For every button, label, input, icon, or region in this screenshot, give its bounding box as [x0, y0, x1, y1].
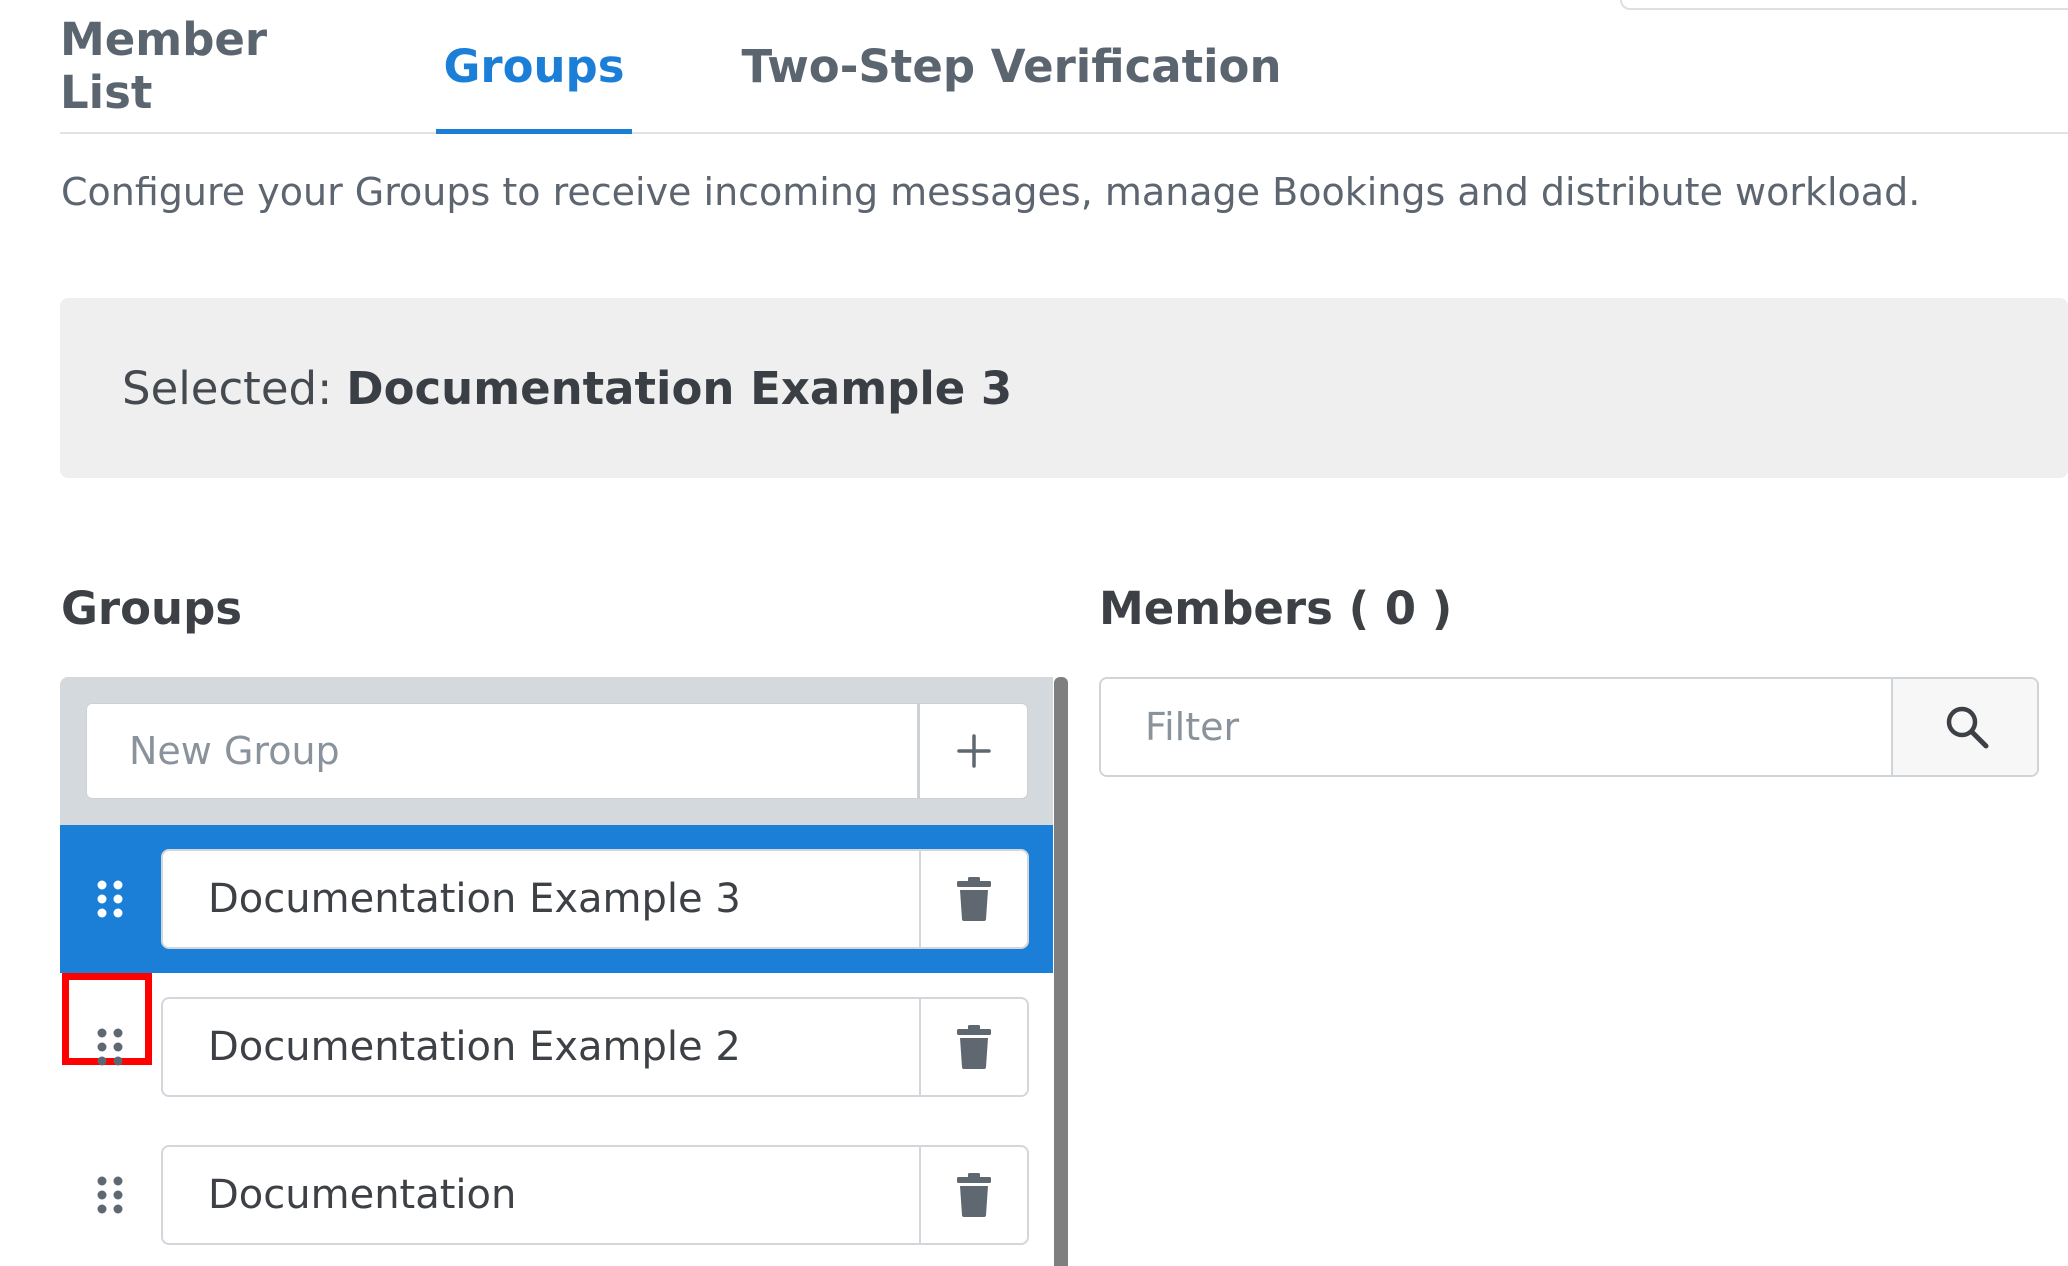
group-name-field[interactable]: Documentation Example 2: [161, 997, 921, 1097]
group-name-field[interactable]: Documentation: [161, 1145, 921, 1245]
search-icon: [1946, 706, 1989, 749]
group-name-label: Documentation: [208, 1172, 517, 1218]
tab-two-step-verification[interactable]: Two-Step Verification: [741, 0, 1282, 132]
search-button[interactable]: [1891, 679, 2037, 775]
delete-group-button[interactable]: [919, 997, 1029, 1097]
new-group-row: [60, 677, 1053, 825]
tab-member-list[interactable]: Member List: [60, 0, 330, 132]
selected-group-name: Documentation Example 3: [346, 361, 1013, 415]
group-item[interactable]: Documentation Example 3: [60, 825, 1053, 973]
trash-icon: [957, 1173, 991, 1217]
group-name-field[interactable]: Documentation Example 3: [161, 849, 921, 949]
filter-input[interactable]: [1101, 679, 1891, 775]
selected-group-banner: Selected: Documentation Example 3: [60, 298, 2068, 478]
new-group-input[interactable]: [86, 703, 918, 799]
group-item[interactable]: Documentation: [60, 1121, 1053, 1266]
add-group-button[interactable]: [918, 703, 1028, 799]
groups-list-panel: Documentation Example 3 Documentation Ex…: [60, 677, 1053, 1266]
drag-handle-icon[interactable]: [90, 879, 130, 919]
members-filter: [1099, 677, 2039, 777]
delete-group-button[interactable]: [919, 1145, 1029, 1245]
trash-icon: [957, 1025, 991, 1069]
group-name-label: Documentation Example 3: [208, 876, 741, 922]
tab-bar: Member List Groups Two-Step Verification: [60, 0, 2068, 134]
trash-icon: [957, 877, 991, 921]
selected-label: Selected:: [122, 361, 333, 415]
delete-group-button[interactable]: [919, 849, 1029, 949]
page-description: Configure your Groups to receive incomin…: [61, 170, 1921, 214]
group-name-label: Documentation Example 2: [208, 1024, 741, 1070]
drag-handle-icon[interactable]: [90, 1027, 130, 1067]
tab-groups[interactable]: Groups: [436, 0, 632, 134]
plus-icon: [956, 734, 991, 768]
group-item[interactable]: Documentation Example 2: [60, 973, 1053, 1121]
groups-heading: Groups: [61, 582, 243, 635]
members-heading: Members ( 0 ): [1099, 582, 1453, 635]
drag-handle-icon[interactable]: [90, 1175, 130, 1215]
groups-scrollbar[interactable]: [1054, 677, 1068, 1266]
